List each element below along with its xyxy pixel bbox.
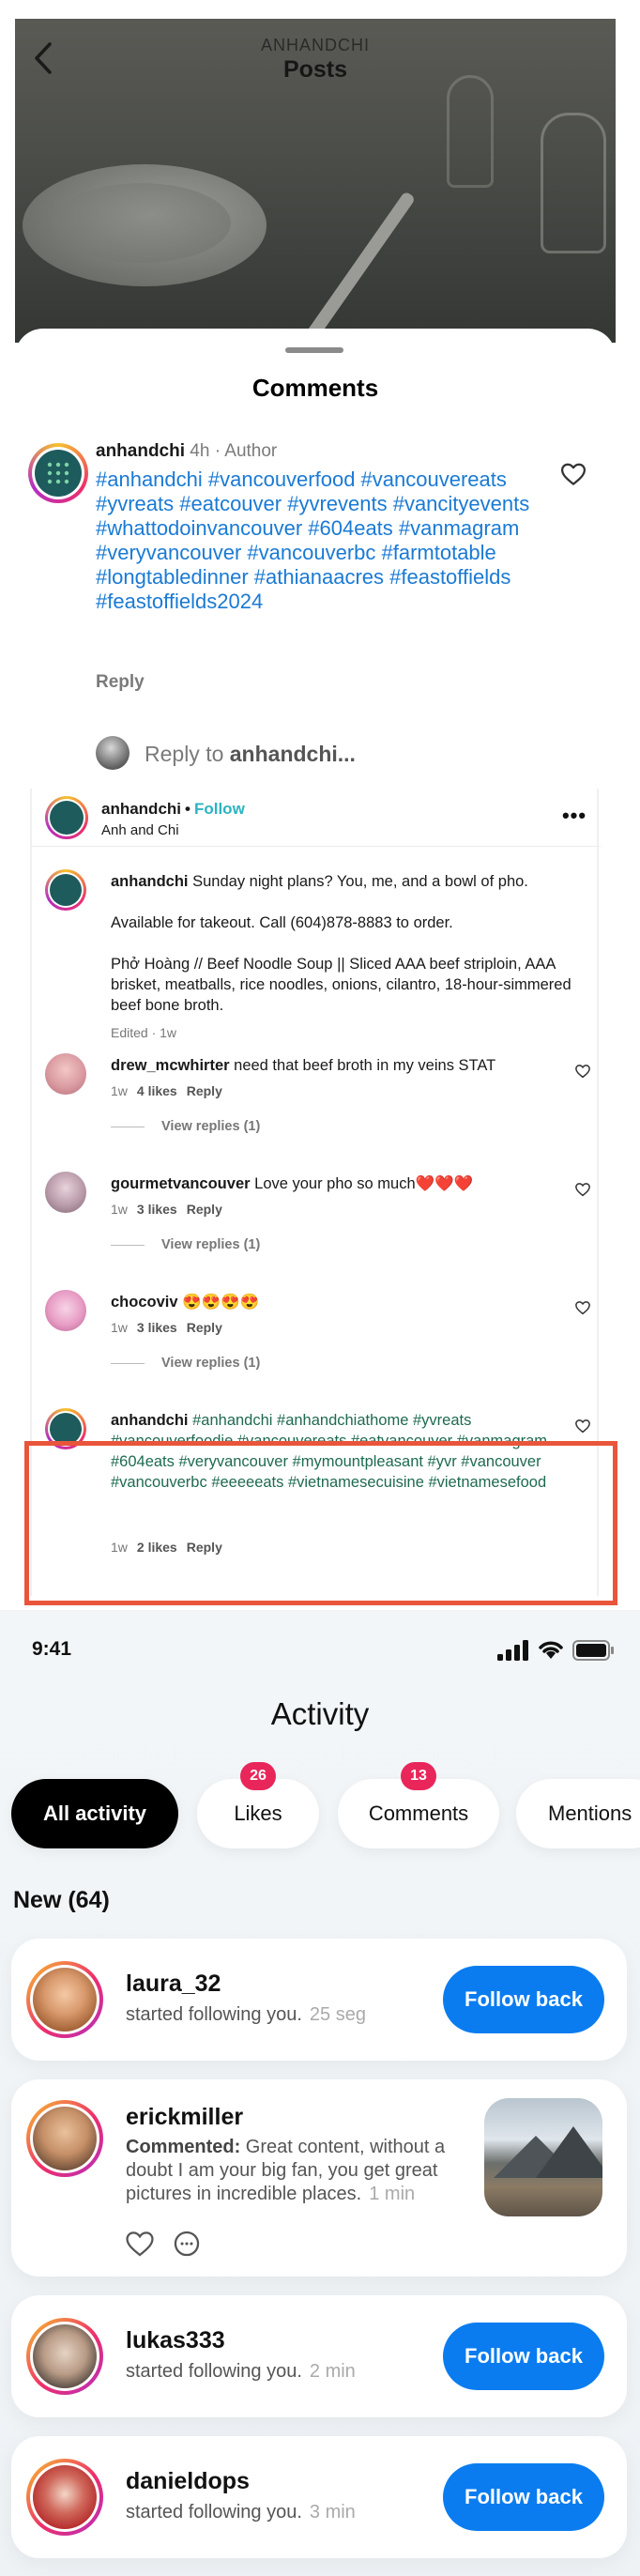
username[interactable]: erickmiller xyxy=(126,2104,243,2131)
page-title: Posts xyxy=(282,56,348,83)
avatar[interactable] xyxy=(26,2318,103,2395)
comment-meta: 1w 3 likes Reply xyxy=(111,1320,222,1335)
caption-meta: Edited · 1w xyxy=(111,1025,177,1040)
plate-inner-shape xyxy=(53,183,231,263)
drag-handle[interactable] xyxy=(285,347,343,353)
avatar[interactable] xyxy=(45,1172,86,1213)
filter-chips: All activity Likes 26 Comments 13 Mentio… xyxy=(0,1762,640,1854)
account-name: ANHANDCHI xyxy=(260,36,370,54)
posts-header: ANHANDCHI Posts xyxy=(15,19,616,94)
post-card-header: anhandchi • Follow Anh and Chi ••• xyxy=(32,789,601,847)
comment-text: chocoviv 😍😍😍😍 xyxy=(111,1294,260,1311)
glass-shape xyxy=(541,113,606,253)
heart-icon[interactable] xyxy=(124,2228,156,2260)
caption-text: Available for takeout. Call (604)878-888… xyxy=(111,914,453,931)
like-button[interactable] xyxy=(574,1299,591,1316)
activity-item[interactable]: laura_32 started following you. 25 seg Fo… xyxy=(11,1939,627,2061)
view-replies-button[interactable]: View replies (1) xyxy=(111,1356,260,1371)
activity-item[interactable]: lukas333 started following you. 2 min Fol… xyxy=(11,2295,627,2417)
highlight-box xyxy=(24,1441,617,1605)
comment-time: 4h xyxy=(190,441,210,461)
heart-icon xyxy=(575,1419,590,1434)
activity-text: started following you. 2 min xyxy=(126,2361,356,2382)
comment-meta: anhandchi 4h · Author xyxy=(96,441,277,462)
caption-text: Phở Hoàng // Beef Noodle Soup || Sliced … xyxy=(111,956,571,1014)
follow-button[interactable]: Follow xyxy=(194,800,245,818)
activity-item[interactable]: danieldops started following you. 3 min F… xyxy=(11,2436,627,2558)
activity-text: Commented: Great content, without a doub… xyxy=(126,2137,446,2204)
follow-back-button[interactable]: Follow back xyxy=(443,2463,604,2531)
avatar[interactable] xyxy=(45,1053,86,1095)
reply-button[interactable]: Reply xyxy=(96,672,145,693)
comments-sheet: Comments anhandchi 4h · Author #anhandch… xyxy=(15,329,616,1610)
comment-meta: 1w 3 likes Reply xyxy=(111,1202,222,1217)
username[interactable]: danieldops xyxy=(126,2468,250,2495)
avatar[interactable] xyxy=(45,1290,86,1331)
activity-text: started following you. 25 seg xyxy=(126,2004,366,2025)
comments-screen: ANHANDCHI Posts Comments anhandchi 4h · … xyxy=(0,0,640,1610)
reply-bubble-icon[interactable] xyxy=(171,2228,203,2260)
signal-icon xyxy=(497,1640,528,1661)
battery-icon xyxy=(572,1640,614,1661)
status-time: 9:41 xyxy=(32,1638,72,1660)
separator: · xyxy=(214,441,221,461)
fork-shape xyxy=(302,191,417,343)
avatar xyxy=(96,736,130,770)
logo-icon xyxy=(47,462,69,484)
more-options-button[interactable]: ••• xyxy=(557,804,591,827)
activity-screen: 9:41 Activity All activity Likes 26 Comm… xyxy=(0,1610,640,2576)
heart-icon xyxy=(561,463,586,485)
avatar[interactable] xyxy=(45,796,88,839)
follow-back-button[interactable]: Follow back xyxy=(443,2323,604,2390)
username[interactable]: laura_32 xyxy=(126,1970,221,1998)
username[interactable]: lukas333 xyxy=(126,2327,225,2354)
wifi-icon xyxy=(539,1641,563,1659)
avatar[interactable] xyxy=(45,869,86,911)
comment-text: drew_mcwhirter need that beef broth in m… xyxy=(111,1057,496,1074)
username[interactable]: anhandchi xyxy=(101,800,181,818)
chip-likes[interactable]: Likes 26 xyxy=(197,1762,319,1848)
reply-button[interactable]: Reply xyxy=(187,1320,222,1335)
view-replies-button[interactable]: View replies (1) xyxy=(111,1237,260,1252)
chip-comments[interactable]: Comments 13 xyxy=(338,1762,499,1848)
username[interactable]: anhandchi xyxy=(96,441,185,461)
page-title: Activity xyxy=(270,1696,370,1731)
heart-icon xyxy=(575,1065,590,1079)
heart-icon xyxy=(575,1301,590,1315)
avatar[interactable] xyxy=(28,443,88,503)
reply-input[interactable]: Reply to anhandchi... xyxy=(96,732,593,774)
heart-icon xyxy=(575,1183,590,1197)
follow-back-button[interactable]: Follow back xyxy=(443,1966,604,2033)
post-subtitle: Anh and Chi xyxy=(101,822,179,838)
like-button[interactable] xyxy=(574,1063,591,1080)
view-replies-button[interactable]: View replies (1) xyxy=(111,1119,260,1134)
reply-button[interactable]: Reply xyxy=(187,1083,222,1098)
avatar[interactable] xyxy=(26,2459,103,2536)
activity-item[interactable]: erickmiller Commented: Great content, wi… xyxy=(11,2079,627,2277)
status-icons xyxy=(497,1638,619,1661)
comment-text: #anhandchi #vancouverfood #vancouvereats… xyxy=(96,468,530,613)
chip-all-activity[interactable]: All activity xyxy=(11,1779,178,1848)
avatar[interactable] xyxy=(26,1961,103,2038)
like-button[interactable] xyxy=(574,1418,591,1434)
reply-placeholder: Reply to anhandchi... xyxy=(145,742,356,766)
avatar[interactable] xyxy=(26,2100,103,2177)
activity-text: started following you. 3 min xyxy=(126,2502,356,2522)
sheet-title: Comments xyxy=(251,374,379,402)
notification-badge: 13 xyxy=(401,1762,436,1790)
post-thumbnail[interactable] xyxy=(484,2098,602,2216)
post-author: anhandchi • Follow xyxy=(101,800,245,818)
like-button[interactable] xyxy=(574,1181,591,1198)
chip-mentions[interactable]: Mentions xyxy=(516,1779,640,1848)
author-badge: Author xyxy=(224,441,278,461)
comment-text: gourmetvancouver Love your pho so much❤️… xyxy=(111,1175,474,1192)
reply-button[interactable]: Reply xyxy=(187,1202,222,1217)
comment-meta: 1w 4 likes Reply xyxy=(111,1083,222,1098)
section-label: New (64) xyxy=(13,1887,110,1913)
notification-badge: 26 xyxy=(240,1762,276,1790)
caption-text: anhandchi Sunday night plans? You, me, a… xyxy=(111,873,528,890)
like-button[interactable] xyxy=(559,460,587,488)
